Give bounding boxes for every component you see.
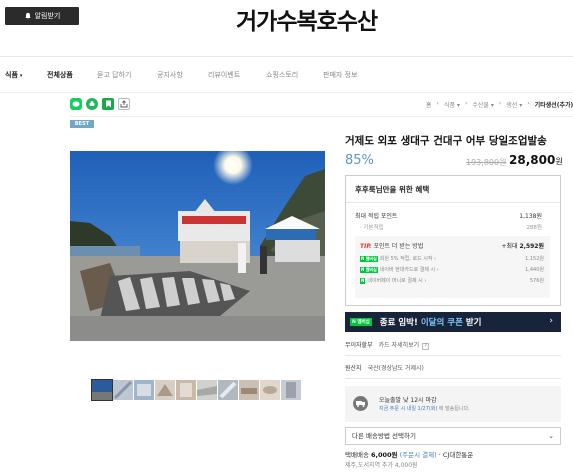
breadcrumb-sep: ›: [436, 100, 439, 107]
sale-price: 28,800원: [509, 153, 563, 167]
best-badge: BEST: [70, 120, 94, 128]
shipping-box: 오늘출발 낮 12시 마감 지금 주문 시 내일 1/27(화) 에 발송됩니다…: [345, 386, 561, 422]
band-icon[interactable]: [86, 98, 98, 110]
thumbnail[interactable]: [281, 380, 301, 400]
tip-max: +최대 2,592원: [501, 243, 545, 250]
membership-tag: N 멤버십: [350, 318, 372, 326]
thumbnail[interactable]: [218, 380, 238, 400]
nav-notice[interactable]: 공지사항: [157, 70, 183, 80]
card-detail-link[interactable]: 카드 자세히보기: [379, 342, 420, 349]
breadcrumb-divider: [70, 116, 573, 117]
benefit-title: 후후룩님만을 위한 혜택: [355, 185, 430, 194]
chevron-down-icon: ▾: [456, 102, 460, 109]
jeju-extra-fee: 제주,도서지역 추가 4,000원: [345, 462, 418, 469]
thumbnail[interactable]: [113, 380, 133, 400]
tip-title: TIP. 포인트 더 받는 방법: [360, 243, 424, 250]
tip-row-card[interactable]: N 멤버십 네이버 현대카드로 결제 시 ›: [360, 266, 439, 273]
breadcrumb-sep: ›: [498, 100, 502, 107]
thumbnail-strip: [91, 379, 301, 401]
shipping-fee: 택배배송 6,000원 (주문시 결제) · CJ대한통운: [345, 451, 474, 459]
thumbnail[interactable]: [197, 380, 217, 400]
bell-icon: [24, 12, 31, 20]
nav-review-event[interactable]: 리뷰이벤트: [208, 70, 240, 80]
nav-category[interactable]: 식품 ▾: [5, 70, 22, 80]
alarm-label: 알림받기: [34, 12, 61, 20]
npay-icon: N 멤버십: [360, 266, 378, 273]
breadcrumb-seafood[interactable]: 수산물 ▾: [472, 100, 494, 109]
bookmark-icon[interactable]: [102, 98, 114, 110]
breadcrumb-food[interactable]: 식품 ▾: [444, 100, 460, 109]
tip-row-membership[interactable]: N 멤버십 회원 5% 적립, 로드 시작 ›: [360, 255, 436, 262]
benefit-divider: [346, 202, 560, 203]
shipping-date: 지금 주문 시 내일 1/27(화) 에 발송됩니다.: [379, 406, 470, 412]
thumbnail[interactable]: [239, 380, 259, 400]
npay-icon: N: [360, 277, 366, 284]
main-nav: 식품 ▾ 전체상품 묻고 답하기 공지사항 리뷰이벤트 쇼핑스토리 판매자 정보: [0, 57, 573, 93]
product-title: 거제도 외포 생대구 건대구 어부 당일조업발송: [345, 135, 547, 147]
alarm-button[interactable]: 알림받기: [5, 7, 79, 25]
product-main-image[interactable]: [70, 151, 325, 341]
tip-row-value: 576원: [529, 278, 544, 284]
chevron-right-icon: ›: [549, 316, 553, 326]
thumbnail[interactable]: [91, 379, 113, 401]
shipping-method-select[interactable]: 다른 배송방법 선택하기 ⌄: [345, 427, 561, 445]
breadcrumb-current[interactable]: 기타생선(추가): [535, 100, 573, 109]
installment-row: 무이자할부 카드 자세히보기?: [345, 340, 430, 350]
breadcrumb-fish[interactable]: 생선 ▾: [506, 100, 522, 109]
thumbnail[interactable]: [134, 380, 154, 400]
store-logo[interactable]: 거가수복호수산: [236, 2, 378, 36]
chevron-down-icon: ⌄: [548, 432, 554, 440]
tip-row-value: 1,152원: [525, 256, 544, 262]
tip-row-value: 1,440원: [525, 267, 544, 273]
thumbnail[interactable]: [155, 380, 175, 400]
origin-row: 원산지 국산(경상남도 거제시): [345, 365, 424, 372]
max-point-label: 최대 적립 포인트: [355, 213, 398, 220]
breadcrumb: 홈 › 식품 ▾ › 수산물 ▾ › 생선 ▾ › 기타생선(추가): [426, 100, 573, 109]
truck-icon: [353, 396, 368, 411]
basic-point-value: 288원: [526, 225, 542, 231]
benefit-box: 후후룩님만을 위한 혜택 최대 적립 포인트 1,138원 · 기본적립 288…: [345, 175, 561, 306]
info-divider: [345, 378, 561, 379]
nav-seller-info[interactable]: 판매자 정보: [323, 70, 357, 80]
chevron-down-icon: ▾: [519, 102, 523, 109]
tip-box: TIP. 포인트 더 받는 방법 +최대 2,592원 N 멤버십 회원 5% 적…: [355, 236, 550, 298]
chevron-down-icon: ▾: [490, 102, 494, 109]
today-shipping-label: 오늘출발 낮 12시 마감: [379, 397, 437, 404]
chevron-down-icon: ▾: [19, 73, 23, 79]
nav-shopping-story[interactable]: 쇼핑스토리: [266, 70, 298, 80]
max-point-value: 1,138원: [519, 213, 542, 220]
share-row: [70, 98, 130, 110]
thumbnail[interactable]: [260, 380, 280, 400]
basic-point-label: · 기본적립: [360, 225, 384, 231]
help-icon[interactable]: ?: [422, 343, 430, 350]
product-page: 알림받기 거가수복호수산 식품 ▾ 전체상품 묻고 답하기 공지사항 리뷰이벤트 …: [0, 0, 573, 473]
nav-qna[interactable]: 묻고 답하기: [97, 70, 131, 80]
npay-icon: N 멤버십: [360, 255, 378, 262]
original-price: 193,800원: [466, 158, 507, 167]
coupon-banner[interactable]: N 멤버십 종료 임박! 이달의 쿠폰 받기 ›: [345, 312, 561, 332]
share-icon[interactable]: [118, 98, 130, 110]
breadcrumb-home[interactable]: 홈: [426, 100, 432, 109]
talk-icon[interactable]: [70, 98, 82, 110]
thumbnail[interactable]: [176, 380, 196, 400]
discount-rate: 85%: [345, 153, 374, 168]
breadcrumb-sep: ›: [527, 100, 530, 107]
tip-row-money[interactable]: N 네이버페이 머니로 결제 시 ›: [360, 277, 426, 284]
info-divider: [345, 355, 561, 356]
nav-all-products[interactable]: 전체상품: [47, 70, 73, 80]
coupon-text: 종료 임박! 이달의 쿠폰 받기: [379, 318, 482, 328]
breadcrumb-sep: ›: [464, 100, 468, 107]
